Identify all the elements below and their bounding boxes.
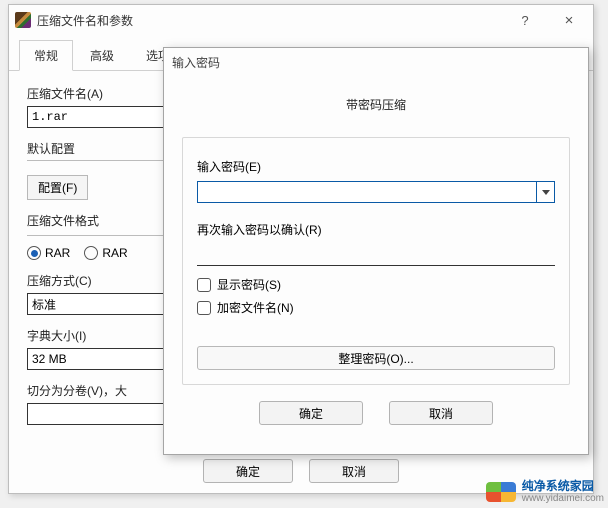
filename-input[interactable] xyxy=(27,106,177,128)
organize-passwords-button[interactable]: 整理密码(O)... xyxy=(197,346,555,370)
split-input[interactable] xyxy=(27,403,177,425)
winrar-icon xyxy=(15,12,31,28)
password-input[interactable] xyxy=(198,182,536,202)
radio-rar4[interactable] xyxy=(84,246,98,260)
radio-rar[interactable] xyxy=(27,246,41,260)
dict-select[interactable] xyxy=(27,348,177,370)
help-button[interactable]: ? xyxy=(503,6,547,34)
format-radios: RAR RAR xyxy=(27,235,177,260)
split-label: 切分为分卷(V)，大 xyxy=(27,382,177,399)
format-label: 压缩文件格式 xyxy=(27,212,177,229)
tab-advanced[interactable]: 高级 xyxy=(75,40,129,71)
show-password-checkbox[interactable] xyxy=(197,278,211,292)
watermark-name: 纯净系统家园 xyxy=(522,480,604,493)
watermark-logo-icon xyxy=(486,482,516,502)
filename-label: 压缩文件名(A) xyxy=(27,85,177,102)
confirm-password-label: 再次输入密码以确认(R) xyxy=(197,221,555,238)
watermark: 纯净系统家园 www.yidaimei.com xyxy=(486,480,604,504)
titlebar[interactable]: 压缩文件名和参数 ? × xyxy=(9,5,593,35)
show-password-label: 显示密码(S) xyxy=(217,276,281,293)
dict-label: 字典大小(I) xyxy=(27,327,177,344)
radio-rar-label: RAR xyxy=(45,246,70,260)
password-dialog: 输入密码 带密码压缩 输入密码(E) 再次输入密码以确认(R) 显示密码(S) … xyxy=(163,47,589,455)
password-dialog-title[interactable]: 输入密码 xyxy=(164,48,588,76)
parent-cancel-button[interactable]: 取消 xyxy=(309,459,399,483)
encrypt-names-checkbox[interactable] xyxy=(197,301,211,315)
method-select[interactable] xyxy=(27,293,177,315)
radio-rar4-label: RAR xyxy=(102,246,127,260)
tab-general[interactable]: 常规 xyxy=(19,40,73,71)
password-button-row: 确定 取消 xyxy=(182,401,570,425)
parent-ok-button[interactable]: 确定 xyxy=(203,459,293,483)
close-button[interactable]: × xyxy=(547,6,591,34)
password-ok-button[interactable]: 确定 xyxy=(259,401,363,425)
dialog-title: 压缩文件名和参数 xyxy=(37,12,503,29)
watermark-url: www.yidaimei.com xyxy=(522,493,604,504)
password-dropdown-button[interactable] xyxy=(536,182,554,202)
password-cancel-button[interactable]: 取消 xyxy=(389,401,493,425)
default-config-label: 默认配置 xyxy=(27,140,177,157)
confirm-password-input[interactable] xyxy=(197,244,555,266)
password-group: 输入密码(E) 再次输入密码以确认(R) 显示密码(S) 加密文件名(N) 整理… xyxy=(182,137,570,385)
chevron-down-icon xyxy=(542,190,550,195)
encrypt-names-label: 加密文件名(N) xyxy=(217,299,294,316)
password-heading: 带密码压缩 xyxy=(182,96,570,113)
config-button[interactable]: 配置(F) xyxy=(27,175,88,200)
method-label: 压缩方式(C) xyxy=(27,272,177,289)
password-combo[interactable] xyxy=(197,181,555,203)
enter-password-label: 输入密码(E) xyxy=(197,158,555,175)
